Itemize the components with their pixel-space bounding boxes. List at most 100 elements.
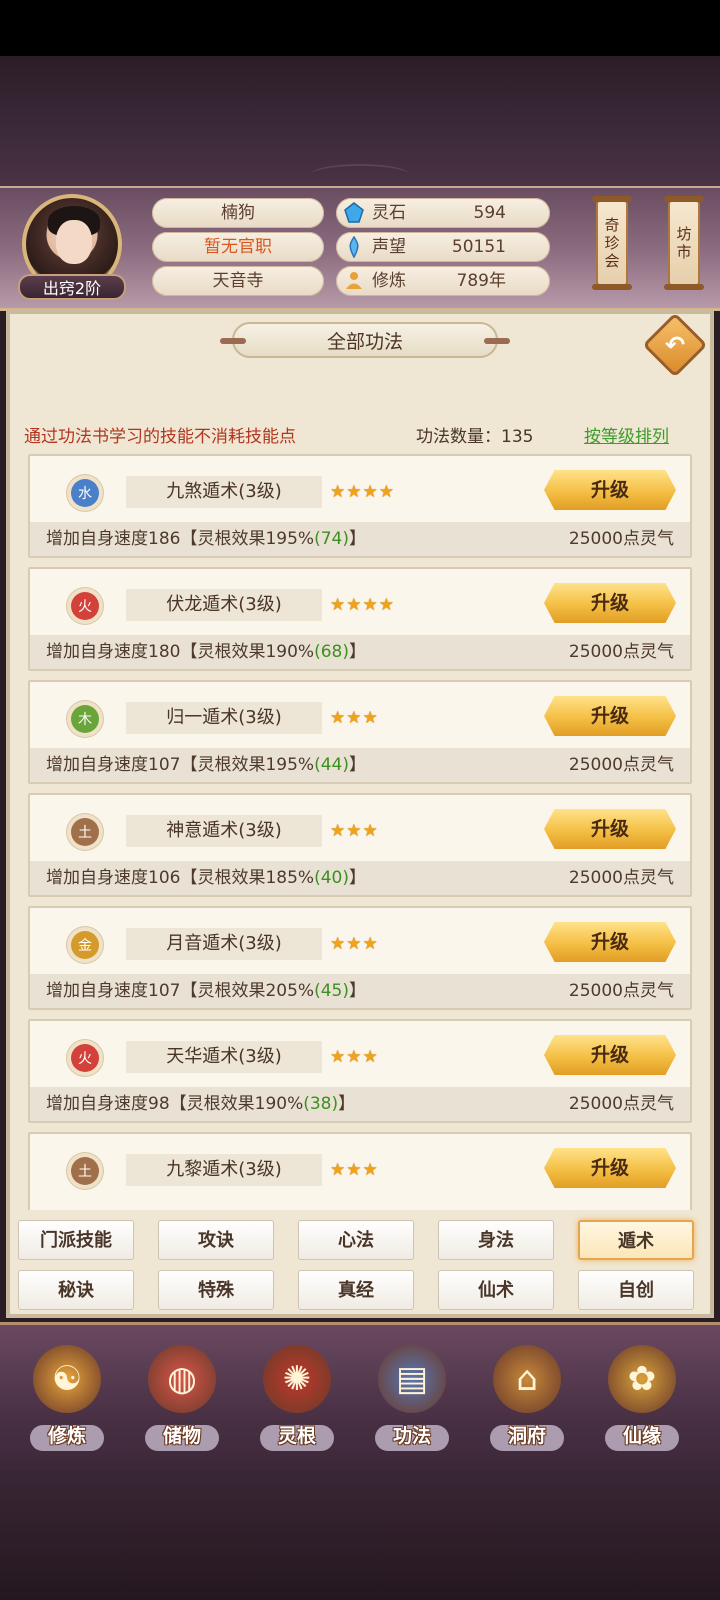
skill-desc-row: 增加自身速度180【灵根效果190%(68)】 25000点灵气 [30,635,690,669]
back-arrow-icon: ↶ [664,331,686,359]
rank-badge: 出窍2阶 [18,274,126,300]
spirit-root-icon: ✺ [263,1345,331,1413]
upgrade-cost: 25000点灵气 [568,642,674,662]
tab-6[interactable]: 特殊 [158,1270,274,1310]
stat-label: 修炼 [372,271,406,291]
element-badge: 木 [50,702,120,736]
nav-cultivate[interactable]: ☯ 修炼 [22,1337,112,1457]
tab-4[interactable]: 遁术 [578,1220,694,1260]
rare-treasure-label: 奇珍会 [604,216,620,270]
stat-spirit-stone: 灵石 594 [336,198,550,228]
market-label: 坊市 [676,225,692,261]
nav-fortune-gourd[interactable]: ✿ 仙缘 [597,1337,687,1457]
nav-label: 储物 [162,1425,201,1447]
status-bar [0,0,720,56]
skill-card[interactable]: 土 九黎遁术(3级) ★★★ 升级 [28,1132,692,1210]
upgrade-button[interactable]: 升级 [544,696,676,736]
stat-label: 声望 [372,237,406,257]
star-rating: ★★★ [330,1160,379,1180]
element-icon: 水 [71,479,99,507]
skill-name: 伏龙遁术(3级) [126,589,322,621]
skill-card[interactable]: 土 神意遁术(3级) ★★★ 升级 增加自身速度106【灵根效果185%(40)… [28,793,692,897]
upgrade-button[interactable]: 升级 [544,583,676,623]
upgrade-button[interactable]: 升级 [544,922,676,962]
spirit-stone-icon [342,201,366,225]
skill-description: 增加自身速度180【灵根效果190%(68)】 [46,642,366,662]
skill-name: 归一遁术(3级) [126,702,322,734]
skill-description: 增加自身速度107【灵根效果205%(45)】 [46,981,366,1001]
skill-card[interactable]: 火 伏龙遁术(3级) ★★★★ 升级 增加自身速度180【灵根效果190%(68… [28,567,692,671]
skill-list[interactable]: 水 九煞遁术(3级) ★★★★ 升级 增加自身速度186【灵根效果195%(74… [24,454,696,1210]
ornament [310,164,410,186]
upgrade-button[interactable]: 升级 [544,1148,676,1188]
skill-desc-row: 增加自身速度98【灵根效果190%(38)】 25000点灵气 [30,1087,690,1121]
star-rating: ★★★★ [330,482,395,502]
nav-spirit-root[interactable]: ✺ 灵根 [252,1337,342,1457]
stat-cultivation: 修炼 789年 [336,266,550,296]
sect-name: 天音寺 [152,266,324,296]
star-rating: ★★★ [330,1047,379,1067]
skill-desc-row: 增加自身速度106【灵根效果185%(40)】 25000点灵气 [30,861,690,895]
element-icon: 金 [71,931,99,959]
element-badge: 火 [50,1041,120,1075]
tab-7[interactable]: 真经 [298,1270,414,1310]
element-badge: 金 [50,928,120,962]
upgrade-cost: 25000点灵气 [568,755,674,775]
market-button[interactable]: 坊市 [664,196,704,290]
panel-title: 全部功法 [220,322,510,358]
tab-8[interactable]: 仙术 [438,1270,554,1310]
skill-name: 神意遁术(3级) [126,815,322,847]
element-icon: 土 [71,818,99,846]
upgrade-cost: 25000点灵气 [568,981,674,1001]
storage-bag-icon: ◍ [148,1345,216,1413]
stat-label: 灵石 [372,203,406,223]
tab-2[interactable]: 心法 [298,1220,414,1260]
upgrade-button[interactable]: 升级 [544,1035,676,1075]
star-rating: ★★★★ [330,595,395,615]
skill-description: 增加自身速度107【灵根效果195%(44)】 [46,755,366,775]
element-badge: 土 [50,815,120,849]
skills-panel: 全部功法 ↶ 通过功法书学习的技能不消耗技能点 功法数量：135 按等级排列 水… [6,310,714,1318]
upgrade-cost: 25000点灵气 [568,1094,674,1114]
scene-background [0,56,720,186]
skill-count: 功法数量：135 [416,427,534,447]
back-button[interactable]: ↶ [642,312,708,378]
tab-0[interactable]: 门派技能 [18,1220,134,1260]
cave-house-icon: ⌂ [493,1345,561,1413]
element-badge: 水 [50,476,120,510]
stat-value: 594 [473,203,506,223]
tab-1[interactable]: 攻诀 [158,1220,274,1260]
element-badge: 土 [50,1154,120,1188]
rare-treasure-button[interactable]: 奇珍会 [592,196,632,290]
nav-storage-bag[interactable]: ◍ 储物 [137,1337,227,1457]
nav-label: 洞府 [507,1425,546,1447]
upgrade-button[interactable]: 升级 [544,809,676,849]
skill-name: 天华遁术(3级) [126,1041,322,1073]
skill-card[interactable]: 金 月音遁术(3级) ★★★ 升级 增加自身速度107【灵根效果205%(45)… [28,906,692,1010]
skill-card[interactable]: 水 九煞遁术(3级) ★★★★ 升级 增加自身速度186【灵根效果195%(74… [28,454,692,558]
upgrade-button[interactable]: 升级 [544,470,676,510]
stat-reputation: 声望 50151 [336,232,550,262]
element-icon: 火 [71,592,99,620]
skill-desc-row: 增加自身速度107【灵根效果195%(44)】 25000点灵气 [30,748,690,782]
fortune-gourd-icon: ✿ [608,1345,676,1413]
skill-card[interactable]: 木 归一遁术(3级) ★★★ 升级 增加自身速度107【灵根效果195%(44)… [28,680,692,784]
tab-9[interactable]: 自创 [578,1270,694,1310]
element-icon: 火 [71,1044,99,1072]
skill-book-icon: ▤ [378,1345,446,1413]
nav-label: 仙缘 [622,1425,661,1447]
nav-cave-house[interactable]: ⌂ 洞府 [482,1337,572,1457]
bottom-background [0,1470,720,1600]
tab-3[interactable]: 身法 [438,1220,554,1260]
tab-5[interactable]: 秘诀 [18,1270,134,1310]
sort-by-level-link[interactable]: 按等级排列 [584,422,669,447]
skill-name: 九黎遁术(3级) [126,1154,322,1186]
official-title[interactable]: 暂无官职 [152,232,324,262]
nav-skill-book[interactable]: ▤ 功法 [367,1337,457,1457]
star-rating: ★★★ [330,821,379,841]
notice-text: 通过功法书学习的技能不消耗技能点 [24,427,296,447]
nav-label: 灵根 [277,1425,316,1447]
skill-desc-row: 增加自身速度186【灵根效果195%(74)】 25000点灵气 [30,522,690,556]
skill-card[interactable]: 火 天华遁术(3级) ★★★ 升级 增加自身速度98【灵根效果190%(38)】… [28,1019,692,1123]
skill-desc-row: 增加自身速度107【灵根效果205%(45)】 25000点灵气 [30,974,690,1008]
